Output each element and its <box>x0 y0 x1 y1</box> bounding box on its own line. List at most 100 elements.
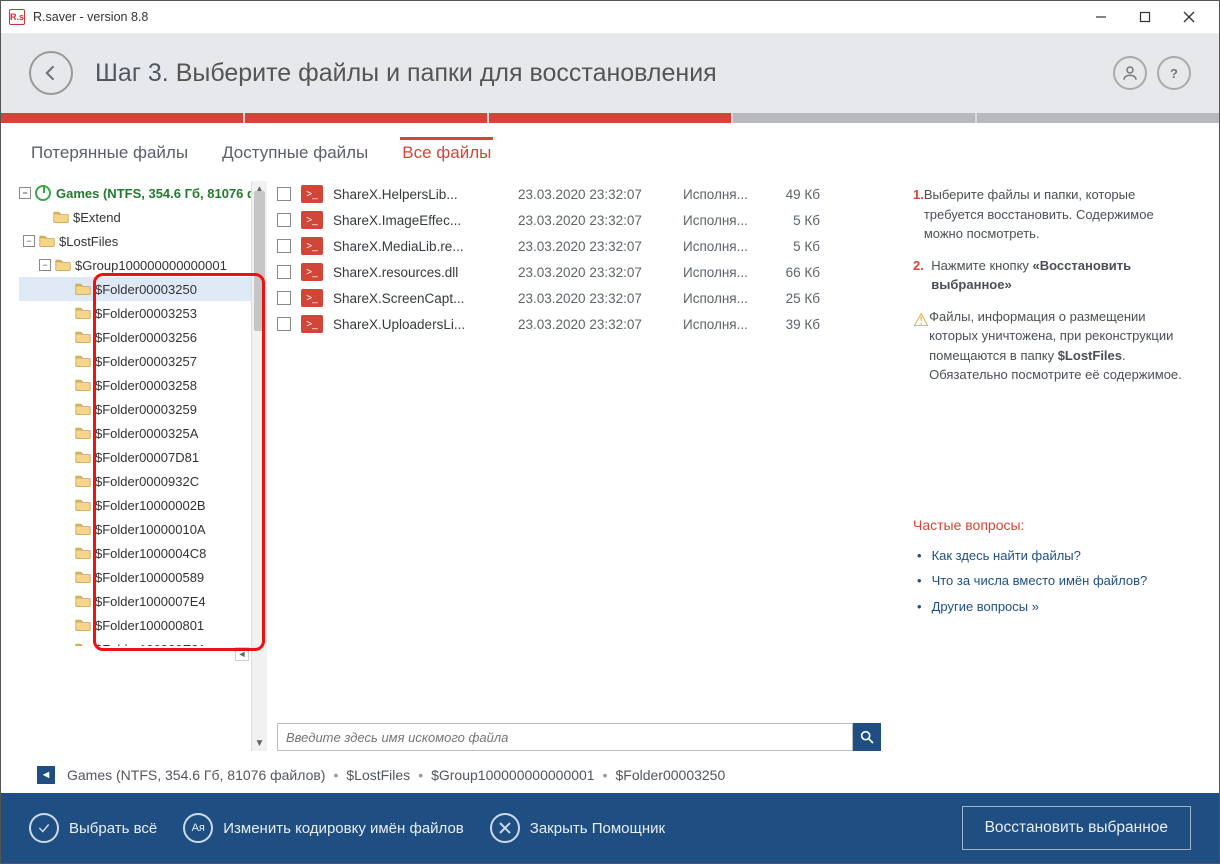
tree-item-folder[interactable]: $Folder10000002B <box>19 493 267 517</box>
select-all-button[interactable]: Выбрать всё <box>29 813 157 843</box>
file-checkbox[interactable] <box>277 291 291 305</box>
tree-item-folder[interactable]: $Folder0000932C <box>19 469 267 493</box>
close-assistant-button[interactable]: Закрыть Помощник <box>490 813 665 843</box>
tree-item-folder[interactable]: $Folder00003256 <box>19 325 267 349</box>
help-step-number: 1. <box>913 185 924 244</box>
tab-all-files[interactable]: Все файлы <box>400 137 493 173</box>
account-button[interactable] <box>1113 56 1147 90</box>
help-step2-text: Нажмите кнопку «Восстановить выбранное» <box>931 256 1191 295</box>
window-maximize-button[interactable] <box>1123 2 1167 32</box>
file-row[interactable]: >_ ShareX.HelpersLib... 23.03.2020 23:32:0… <box>277 181 885 207</box>
file-checkbox[interactable] <box>277 265 291 279</box>
file-name: ShareX.MediaLib.re... <box>333 239 508 254</box>
tree-item-group[interactable]: −$Group100000000000001 <box>19 253 267 277</box>
scroll-thumb[interactable] <box>254 191 265 331</box>
scroll-left-icon[interactable]: ◄ <box>235 647 249 661</box>
breadcrumb: ◄ Games (NTFS, 354.6 Гб, 81076 файлов) •… <box>19 757 1201 793</box>
executable-icon: >_ <box>301 315 323 333</box>
file-tabs: Потерянные файлы Доступные файлы Все фай… <box>19 123 1201 173</box>
wizard-progress <box>1 113 1219 123</box>
help-step1-text: Выберите файлы и папки, которые требуетс… <box>924 185 1191 244</box>
close-icon <box>490 813 520 843</box>
file-row[interactable]: >_ShareX.UploadersLi...23.03.2020 23:32:… <box>277 311 885 337</box>
tree-horizontal-scrollbar[interactable]: ◄ ► <box>19 646 267 662</box>
recover-selected-button[interactable]: Восстановить выбранное <box>962 806 1191 850</box>
tree-item-folder[interactable]: $Folder100000589 <box>19 565 267 589</box>
tree-item-folder[interactable]: $Folder00003259 <box>19 397 267 421</box>
tree-item-folder[interactable]: $Folder00003250 <box>19 277 267 301</box>
file-list: >_ ShareX.HelpersLib... 23.03.2020 23:32:0… <box>267 181 891 751</box>
step-subtitle: Выберите файлы и папки для восстановлени… <box>176 59 717 87</box>
tree-item-folder[interactable]: $Folder00003258 <box>19 373 267 397</box>
executable-icon: >_ <box>301 263 323 281</box>
help-step-number: 2. <box>913 256 931 295</box>
executable-icon: >_ <box>301 185 323 203</box>
file-type: Исполня... <box>683 291 755 306</box>
tree-item-extend[interactable]: $Extend <box>19 205 267 229</box>
warning-icon: ⚠ <box>913 307 929 385</box>
file-date: 23.03.2020 23:32:07 <box>518 187 673 202</box>
file-size: 25 Кб <box>765 291 820 306</box>
file-row[interactable]: >_ShareX.ScreenCapt...23.03.2020 23:32:0… <box>277 285 885 311</box>
breadcrumb-item[interactable]: Games (NTFS, 354.6 Гб, 81076 файлов) <box>67 767 325 783</box>
file-checkbox[interactable] <box>277 239 291 253</box>
tree-item-folder[interactable]: $Folder1000007E4 <box>19 589 267 613</box>
breadcrumb-item[interactable]: $Group100000000000001 <box>431 767 595 783</box>
tab-lost-files[interactable]: Потерянные файлы <box>29 137 190 173</box>
breadcrumb-back-button[interactable]: ◄ <box>37 766 55 784</box>
file-name: ShareX.HelpersLib... <box>333 187 508 202</box>
breadcrumb-item[interactable]: $Folder00003250 <box>616 767 726 783</box>
back-button[interactable] <box>29 51 73 95</box>
breadcrumb-item[interactable]: $LostFiles <box>346 767 410 783</box>
file-checkbox[interactable] <box>277 213 291 227</box>
page-title: Шаг 3. Выберите файлы и папки для восста… <box>95 59 717 88</box>
executable-icon: >_ <box>301 211 323 229</box>
help-button[interactable]: ? <box>1157 56 1191 90</box>
scroll-down-icon[interactable]: ▼ <box>252 735 267 751</box>
file-date: 23.03.2020 23:32:07 <box>518 239 673 254</box>
faq-link-number-names[interactable]: Что за числа вместо имён файлов? <box>913 571 1191 591</box>
window-close-button[interactable] <box>1167 2 1211 32</box>
file-row[interactable]: >_ ShareX.MediaLib.re... 23.03.2020 23:32:… <box>277 233 885 259</box>
file-type: Исполня... <box>683 239 755 254</box>
window-titlebar: R.s R.saver - version 8.8 <box>1 1 1219 33</box>
select-all-icon <box>29 813 59 843</box>
file-type: Исполня... <box>683 187 755 202</box>
search-button[interactable] <box>853 723 881 751</box>
file-size: 66 Кб <box>765 265 820 280</box>
executable-icon: >_ <box>301 237 323 255</box>
window-minimize-button[interactable] <box>1079 2 1123 32</box>
search-input[interactable] <box>277 723 853 751</box>
file-date: 23.03.2020 23:32:07 <box>518 291 673 306</box>
tree-item-folder[interactable]: $Folder100000801 <box>19 613 267 637</box>
tree-item-folder[interactable]: $Folder1000004C8 <box>19 541 267 565</box>
faq-link-other[interactable]: Другие вопросы » <box>913 597 1191 617</box>
window-title: R.saver - version 8.8 <box>33 10 148 24</box>
file-checkbox[interactable] <box>277 317 291 331</box>
file-size: 5 Кб <box>765 213 820 228</box>
file-size: 49 Кб <box>765 187 820 202</box>
file-row[interactable]: >_ShareX.ImageEffec...23.03.2020 23:32:0… <box>277 207 885 233</box>
change-encoding-button[interactable]: Ая Изменить кодировку имён файлов <box>183 813 464 843</box>
tree-item-folder[interactable]: $Folder100000E21 <box>19 637 267 646</box>
folder-tree-panel: −Games (NTFS, 354.6 Гб, 81076 ф$Extend−$… <box>19 181 267 751</box>
file-checkbox[interactable] <box>277 187 291 201</box>
faq-link-find-files[interactable]: Как здесь найти файлы? <box>913 546 1191 566</box>
file-name: ShareX.ImageEffec... <box>333 213 508 228</box>
tree-item-folder[interactable]: $Folder0000325A <box>19 421 267 445</box>
tree-vertical-scrollbar[interactable]: ▲ ▼ <box>251 181 267 751</box>
file-size: 5 Кб <box>765 239 820 254</box>
faq-heading: Частые вопросы: <box>913 515 1191 536</box>
tree-item-folder[interactable]: $Folder00003253 <box>19 301 267 325</box>
executable-icon: >_ <box>301 289 323 307</box>
help-warning-text: Файлы, информация о размещении которых у… <box>929 307 1191 385</box>
tree-item-folder[interactable]: $Folder00003257 <box>19 349 267 373</box>
tree-item-folder[interactable]: $Folder00007D81 <box>19 445 267 469</box>
tree-item-folder[interactable]: $Folder10000010A <box>19 517 267 541</box>
tree-root[interactable]: −Games (NTFS, 354.6 Гб, 81076 ф <box>19 181 267 205</box>
tree-item-lostfiles[interactable]: −$LostFiles <box>19 229 267 253</box>
step-number: Шаг 3. <box>95 59 169 87</box>
encoding-icon: Ая <box>183 813 213 843</box>
tab-available-files[interactable]: Доступные файлы <box>220 137 370 173</box>
file-row[interactable]: >_ShareX.resources.dll23.03.2020 23:32:0… <box>277 259 885 285</box>
